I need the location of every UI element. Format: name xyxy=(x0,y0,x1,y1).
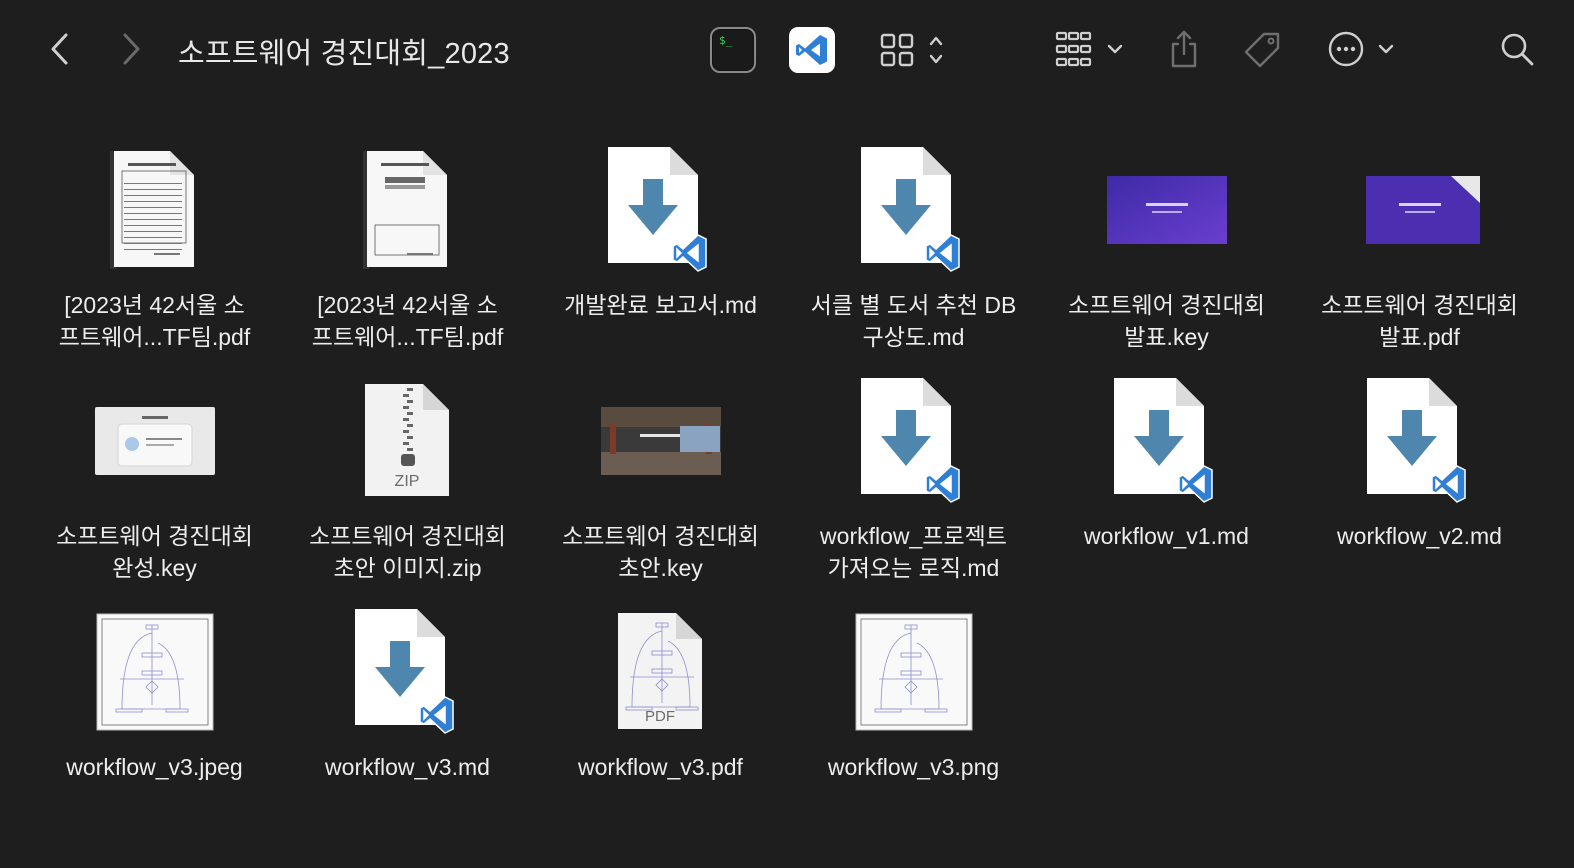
file-name-label: workflow_프로젝트가져오는 로직.md xyxy=(787,520,1040,584)
tag-icon xyxy=(1244,32,1280,68)
file-name-label: workflow_v1.md xyxy=(1040,520,1293,552)
window-title: 소프트웨어 경진대회_2023 xyxy=(178,38,510,70)
vscode-app-button[interactable] xyxy=(789,27,835,73)
chevron-left-icon xyxy=(51,33,68,65)
finder-window: 소프트웨어 경진대회_2023 $_ [2023년 42서울 소 프트웨어...… xyxy=(0,0,1574,868)
more-actions-button[interactable] xyxy=(1326,28,1400,70)
file-name-label: 소프트웨어 경진대회발표.pdf xyxy=(1293,289,1546,353)
group-icon xyxy=(1055,31,1123,67)
image-thumbnail-icon xyxy=(28,602,281,742)
file-item[interactable]: workflow_v3.jpeg xyxy=(28,602,281,822)
file-name-label: 소프트웨어 경진대회초안.key xyxy=(534,520,787,584)
file-name-line: [2023년 42서울 소 xyxy=(64,292,245,318)
file-name-label: 소프트웨어 경진대회발표.key xyxy=(1040,289,1293,353)
pdf-thumbnail-icon xyxy=(1293,140,1546,280)
file-name-line: 프트웨어...TF팀.pdf xyxy=(311,324,504,350)
pdf-document-icon xyxy=(28,140,281,280)
terminal-app-button[interactable]: $_ xyxy=(710,27,756,73)
file-item[interactable]: [2023년 42서울 소프트웨어...TF팀.pdf xyxy=(281,140,534,360)
markdown-file-icon xyxy=(1040,371,1293,511)
file-name-line: [2023년 42서울 소 xyxy=(317,292,498,318)
tag-button[interactable] xyxy=(1241,29,1285,71)
markdown-file-icon xyxy=(1293,371,1546,511)
toolbar: 소프트웨어 경진대회_2023 $_ xyxy=(0,0,1574,100)
file-item[interactable]: workflow_v2.md xyxy=(1293,371,1546,591)
view-mode-button[interactable] xyxy=(878,30,950,70)
file-name-label: 서클 별 도서 추천 DB 구상도.md xyxy=(787,289,1040,353)
file-name-label: [2023년 42서울 소프트웨어...TF팀.pdf xyxy=(281,289,534,353)
pdf-badge-text: PDF xyxy=(645,708,675,725)
markdown-file-icon xyxy=(534,140,787,280)
file-name-line: workflow_v2.md xyxy=(1337,523,1502,549)
markdown-file-icon xyxy=(281,602,534,742)
file-name-line: 서클 별 도서 추천 DB xyxy=(810,292,1017,318)
file-name-label: [2023년 42서울 소프트웨어...TF팀.pdf xyxy=(28,289,281,353)
zip-badge-text: ZIP xyxy=(394,473,419,490)
image-thumbnail-icon xyxy=(787,602,1040,742)
pdf-document-icon xyxy=(281,140,534,280)
share-button[interactable] xyxy=(1166,28,1202,70)
file-name-label: workflow_v3.md xyxy=(281,751,534,783)
file-item[interactable]: ZIP 소프트웨어 경진대회초안 이미지.zip xyxy=(281,371,534,591)
file-item[interactable]: 개발완료 보고서.md xyxy=(534,140,787,360)
file-name-line: 소프트웨어 경진대회 xyxy=(562,523,759,549)
file-name-line: 발표.key xyxy=(1124,324,1209,350)
group-by-button[interactable] xyxy=(1054,30,1128,70)
file-item[interactable]: 소프트웨어 경진대회발표.pdf xyxy=(1293,140,1546,360)
ellipsis-circle-icon xyxy=(1328,31,1394,67)
markdown-file-icon xyxy=(787,140,1040,280)
file-item[interactable]: 소프트웨어 경진대회완성.key xyxy=(28,371,281,591)
file-name-label: 소프트웨어 경진대회완성.key xyxy=(28,520,281,584)
svg-text:$_: $_ xyxy=(719,34,733,47)
file-name-line: 프트웨어...TF팀.pdf xyxy=(58,324,251,350)
file-name-line: 발표.pdf xyxy=(1379,324,1460,350)
file-name-label: workflow_v2.md xyxy=(1293,520,1546,552)
file-item[interactable]: 소프트웨어 경진대회초안.key xyxy=(534,371,787,591)
markdown-file-icon xyxy=(787,371,1040,511)
search-button[interactable] xyxy=(1498,29,1536,69)
back-button[interactable] xyxy=(44,30,76,68)
file-name-line: 개발완료 보고서.md xyxy=(564,292,757,318)
file-name-line: 초안.key xyxy=(618,555,703,581)
file-name-line: workflow_v3.pdf xyxy=(578,754,743,780)
pdf-thumbnail-icon: PDF xyxy=(534,602,787,742)
file-name-line: 가져오는 로직.md xyxy=(827,555,1000,581)
file-name-label: workflow_v3.png xyxy=(787,751,1040,783)
file-name-line: workflow_v3.md xyxy=(325,754,490,780)
forward-button[interactable] xyxy=(115,30,147,68)
file-item[interactable]: workflow_프로젝트가져오는 로직.md xyxy=(787,371,1040,591)
terminal-icon: $_ xyxy=(710,27,756,73)
grid-view-icon xyxy=(880,33,943,67)
file-name-label: workflow_v3.pdf xyxy=(534,751,787,783)
search-icon xyxy=(1501,33,1534,66)
chevron-right-icon xyxy=(123,33,140,65)
file-item[interactable]: [2023년 42서울 소프트웨어...TF팀.pdf xyxy=(28,140,281,360)
file-name-line: workflow_v1.md xyxy=(1084,523,1249,549)
file-name-line: 소프트웨어 경진대회 xyxy=(1321,292,1518,318)
file-name-line: 완성.key xyxy=(112,555,197,581)
keynote-thumbnail-icon xyxy=(28,371,281,511)
file-name-line: workflow_v3.png xyxy=(827,754,1000,780)
file-item[interactable]: PDF workflow_v3.pdf xyxy=(534,602,787,822)
file-name-line: 구상도.md xyxy=(862,324,965,350)
keynote-thumbnail-icon xyxy=(1040,140,1293,280)
file-item[interactable]: 소프트웨어 경진대회발표.key xyxy=(1040,140,1293,360)
file-item[interactable]: 서클 별 도서 추천 DB 구상도.md xyxy=(787,140,1040,360)
file-name-line: 소프트웨어 경진대회 xyxy=(1068,292,1265,318)
file-name-line: 소프트웨어 경진대회 xyxy=(56,523,253,549)
file-name-line: workflow_프로젝트 xyxy=(820,523,1007,549)
file-name-line: 초안 이미지.zip xyxy=(333,555,482,581)
file-name-label: 소프트웨어 경진대회초안 이미지.zip xyxy=(281,520,534,584)
file-item[interactable]: workflow_v3.png xyxy=(787,602,1040,822)
file-name-line: workflow_v3.jpeg xyxy=(66,754,243,780)
vscode-icon xyxy=(789,27,835,73)
file-name-label: 개발완료 보고서.md xyxy=(534,289,787,321)
share-icon xyxy=(1171,30,1197,68)
file-item[interactable]: workflow_v1.md xyxy=(1040,371,1293,591)
keynote-thumbnail-icon xyxy=(534,371,787,511)
file-item[interactable]: workflow_v3.md xyxy=(281,602,534,822)
zip-archive-icon: ZIP xyxy=(281,371,534,511)
file-name-line: 소프트웨어 경진대회 xyxy=(309,523,506,549)
file-name-label: workflow_v3.jpeg xyxy=(28,751,281,783)
